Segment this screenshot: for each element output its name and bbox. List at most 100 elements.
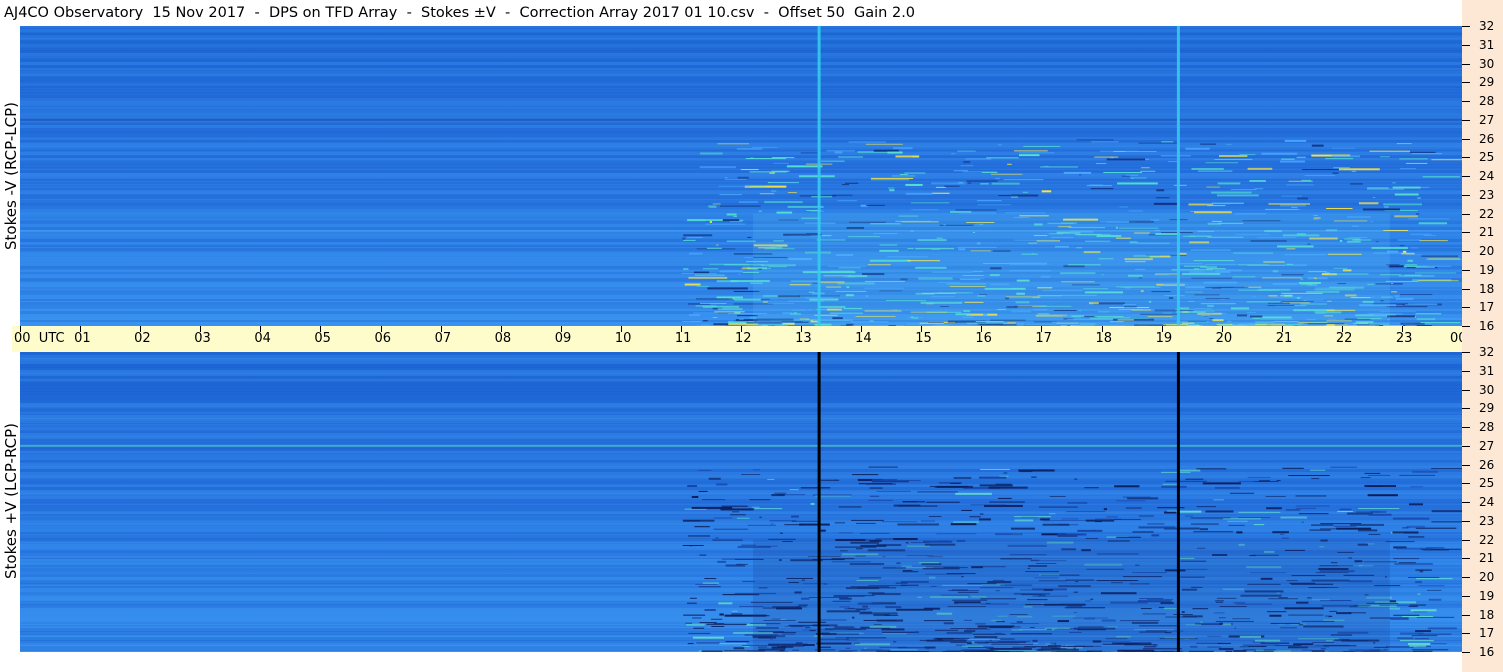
activity-streak bbox=[714, 311, 745, 313]
activity-streak bbox=[1153, 202, 1178, 205]
activity-streak bbox=[1217, 182, 1241, 185]
activity-streak bbox=[1367, 188, 1405, 190]
activity-streak bbox=[1228, 524, 1245, 526]
activity-streak bbox=[791, 515, 799, 518]
background-band bbox=[20, 448, 1462, 451]
activity-streak bbox=[1427, 589, 1442, 591]
background-band bbox=[20, 62, 1462, 65]
activity-streak bbox=[1010, 527, 1035, 530]
time-axis-label: 01 bbox=[74, 331, 91, 346]
background-band bbox=[20, 113, 1462, 116]
activity-streak bbox=[1230, 189, 1257, 191]
frequency-tick bbox=[1462, 326, 1470, 327]
frequency-tick bbox=[1462, 408, 1470, 410]
activity-streak bbox=[1351, 170, 1357, 172]
activity-streak bbox=[1106, 158, 1146, 161]
activity-streak bbox=[870, 177, 913, 179]
activity-streak bbox=[1043, 520, 1055, 522]
frequency-tick bbox=[1462, 101, 1470, 102]
background-band bbox=[20, 526, 1462, 529]
frequency-tick-label: 20 bbox=[1479, 570, 1495, 584]
activity-streak bbox=[1266, 507, 1282, 510]
activity-streak bbox=[692, 636, 725, 639]
activity-streak bbox=[1384, 205, 1389, 208]
activity-streak bbox=[688, 314, 701, 317]
activity-streak bbox=[1400, 632, 1424, 635]
activity-streak bbox=[881, 521, 918, 523]
activity-streak bbox=[701, 650, 723, 652]
activity-streak bbox=[1416, 578, 1453, 580]
time-axis-label: 02 bbox=[134, 331, 151, 346]
activity-streak bbox=[1356, 511, 1381, 513]
activity-streak bbox=[741, 474, 761, 476]
activity-streak bbox=[1411, 153, 1443, 155]
activity-streak bbox=[692, 617, 702, 619]
background-band bbox=[20, 367, 1462, 370]
activity-streak bbox=[899, 174, 908, 176]
background-band bbox=[20, 469, 1462, 472]
activity-streak bbox=[926, 501, 960, 503]
activity-streak bbox=[689, 545, 693, 547]
activity-streak bbox=[1336, 527, 1372, 530]
activity-streak bbox=[1041, 190, 1052, 193]
activity-streak bbox=[1398, 275, 1435, 277]
activity-streak bbox=[694, 526, 710, 528]
activity-streak bbox=[837, 200, 857, 202]
activity-streak bbox=[1279, 160, 1306, 163]
activity-streak bbox=[686, 623, 705, 626]
activity-streak bbox=[736, 517, 750, 519]
activity-streak bbox=[1106, 516, 1118, 518]
activity-streak bbox=[1042, 523, 1070, 526]
activity-streak bbox=[717, 560, 727, 563]
activity-streak bbox=[771, 494, 785, 497]
activity-streak bbox=[721, 505, 748, 507]
activity-streak bbox=[1114, 485, 1140, 488]
activity-streak bbox=[1214, 486, 1240, 489]
frequency-tick bbox=[1462, 288, 1470, 290]
background-band bbox=[20, 107, 1462, 109]
activity-streak bbox=[1161, 471, 1191, 473]
activity-streak bbox=[1165, 480, 1207, 482]
frequency-tick-label: 31 bbox=[1479, 363, 1495, 378]
activity-streak bbox=[738, 273, 741, 275]
activity-streak bbox=[895, 155, 920, 158]
activity-streak bbox=[732, 610, 738, 612]
activity-streak bbox=[950, 153, 956, 155]
background-band bbox=[20, 439, 1462, 441]
activity-streak bbox=[1394, 562, 1433, 565]
activity-streak bbox=[1239, 154, 1256, 156]
frequency-tick-label: 16 bbox=[1479, 319, 1495, 333]
activity-streak bbox=[776, 211, 793, 214]
activity-streak bbox=[1204, 203, 1231, 205]
activity-streak bbox=[724, 179, 747, 181]
time-axis-bar: 00 UTC 01 02 03 04 05 06 07 08 09 10 11 12 13 14 15 16 17… bbox=[12, 326, 1493, 352]
activity-streak bbox=[729, 221, 743, 223]
activity-streak bbox=[715, 537, 719, 539]
activity-streak bbox=[1295, 495, 1327, 497]
activity-streak bbox=[1127, 497, 1159, 500]
frequency-tick-label: 19 bbox=[1479, 262, 1495, 277]
activity-streak bbox=[1404, 304, 1438, 306]
activity-streak bbox=[1038, 506, 1078, 508]
activity-streak bbox=[704, 608, 716, 611]
activity-streak bbox=[1417, 280, 1459, 282]
activity-streak bbox=[717, 308, 743, 311]
background-band bbox=[20, 68, 1462, 70]
activity-streak bbox=[1185, 478, 1204, 480]
time-axis-label: 06 bbox=[374, 331, 392, 346]
activity-streak bbox=[1310, 469, 1326, 471]
activity-streak bbox=[1407, 576, 1440, 578]
activity-streak bbox=[1389, 600, 1397, 603]
activity-streak bbox=[1161, 485, 1187, 488]
frequency-tick-label: 23 bbox=[1479, 513, 1495, 528]
activity-streak bbox=[978, 476, 1007, 479]
activity-streak bbox=[870, 179, 910, 181]
activity-streak bbox=[897, 523, 939, 526]
activity-streak bbox=[784, 524, 805, 526]
background-band bbox=[20, 496, 1462, 499]
frequency-tick bbox=[1462, 520, 1470, 522]
activity-streak bbox=[1014, 519, 1034, 522]
background-band bbox=[20, 137, 1462, 140]
activity-streak bbox=[786, 165, 823, 168]
activity-streak bbox=[1286, 184, 1315, 186]
